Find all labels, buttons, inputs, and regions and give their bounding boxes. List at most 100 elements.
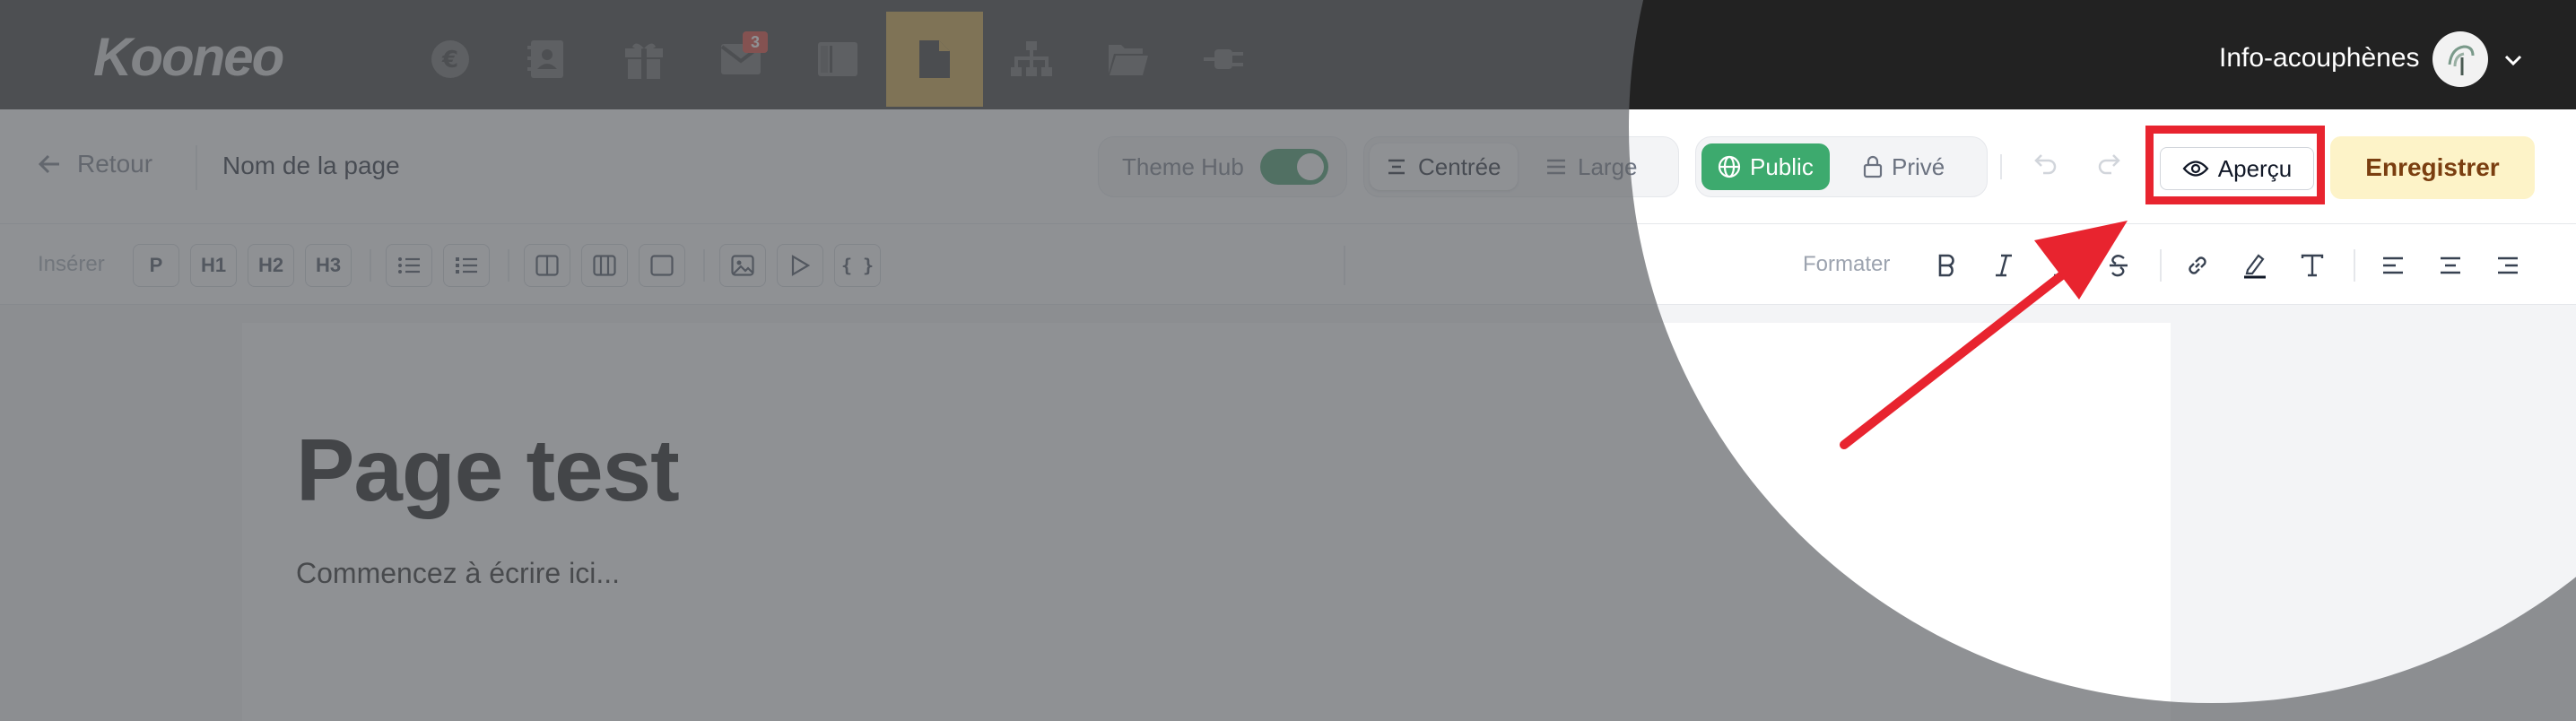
theme-hub-toggle[interactable] xyxy=(1259,149,1328,185)
format-divider xyxy=(370,249,371,282)
save-button[interactable]: Enregistrer xyxy=(2330,136,2535,199)
columns-layout-icon xyxy=(817,41,858,77)
text-type-icon xyxy=(2301,254,2324,277)
width-selector: Centrée Large xyxy=(1363,136,1679,197)
insert-bullet-list-button[interactable] xyxy=(386,244,432,287)
back-button[interactable]: Retour xyxy=(38,150,152,178)
format-toolbar: Insérer P H1 H2 H3 { } Formater xyxy=(0,224,2576,305)
underline-button[interactable] xyxy=(2043,248,2079,283)
format-divider xyxy=(2160,249,2162,282)
width-option-label: Centrée xyxy=(1418,152,1501,180)
insert-paragraph-button[interactable]: P xyxy=(133,244,179,287)
visibility-private[interactable]: Privé xyxy=(1847,143,1961,190)
insert-three-columns-button[interactable] xyxy=(581,244,628,287)
theme-hub-label: Theme Hub xyxy=(1122,152,1244,180)
visibility-label: Privé xyxy=(1892,152,1945,180)
editor-canvas[interactable] xyxy=(242,323,2171,721)
width-option-label: Large xyxy=(1578,152,1638,180)
insert-image-button[interactable] xyxy=(719,244,766,287)
format-divider xyxy=(508,249,509,282)
align-right-icon xyxy=(2496,256,2519,275)
redo-icon[interactable] xyxy=(2095,150,2122,177)
bold-icon xyxy=(1936,254,1956,277)
insert-h2-button[interactable]: H2 xyxy=(248,244,294,287)
contacts-book-icon xyxy=(527,39,567,80)
sitemap-icon xyxy=(1011,40,1052,78)
italic-icon xyxy=(1994,254,2014,277)
strikethrough-button[interactable] xyxy=(2101,248,2137,283)
three-columns-icon xyxy=(593,255,616,276)
link-button[interactable] xyxy=(2180,248,2215,283)
align-center-button[interactable] xyxy=(2432,248,2468,283)
visibility-label: Public xyxy=(1750,152,1814,180)
two-columns-icon xyxy=(535,255,559,276)
format-divider xyxy=(1344,246,1345,285)
nav-layouts[interactable] xyxy=(789,12,886,107)
mail-unread-badge: 3 xyxy=(743,31,768,53)
toggle-knob xyxy=(1296,153,1324,180)
insert-numbered-list-button[interactable] xyxy=(443,244,490,287)
format-divider xyxy=(703,249,705,282)
globe-icon xyxy=(1718,155,1741,178)
code-braces-icon: { } xyxy=(840,255,875,276)
nav-files[interactable] xyxy=(1080,12,1177,107)
align-right-button[interactable] xyxy=(2490,248,2526,283)
highlight-button[interactable] xyxy=(2237,248,2273,283)
nav-integrations[interactable] xyxy=(1177,12,1274,107)
document-body[interactable]: Commencez à écrire ici... xyxy=(296,556,620,590)
bold-button[interactable] xyxy=(1928,248,1964,283)
avatar[interactable] xyxy=(2432,31,2488,87)
nav-sales[interactable]: € xyxy=(402,12,499,107)
back-label: Retour xyxy=(77,150,153,178)
insert-box-button[interactable] xyxy=(639,244,685,287)
width-option-centered[interactable]: Centrée xyxy=(1370,143,1518,190)
highlight-pen-icon xyxy=(2242,252,2267,279)
svg-text:€: € xyxy=(441,47,458,74)
folder-open-icon xyxy=(1107,41,1150,77)
link-icon xyxy=(2185,253,2210,278)
italic-button[interactable] xyxy=(1986,248,2022,283)
euro-icon: € xyxy=(430,39,471,80)
theme-hub-control: Theme Hub xyxy=(1098,136,1347,197)
bullet-list-icon xyxy=(397,256,421,275)
format-label: Formater xyxy=(1803,252,1891,276)
numbered-list-icon xyxy=(455,256,478,275)
video-play-icon xyxy=(790,255,810,276)
align-center-lines-icon xyxy=(1386,157,1407,177)
insert-two-columns-button[interactable] xyxy=(524,244,570,287)
chevron-down-icon[interactable] xyxy=(2502,49,2524,71)
account-name[interactable]: Info-acouphènes xyxy=(2219,43,2420,74)
nav-pages[interactable] xyxy=(886,12,983,107)
document-title[interactable]: Page test xyxy=(296,421,680,518)
nav-contacts[interactable] xyxy=(499,12,596,107)
visibility-selector: Public Privé xyxy=(1695,136,1988,197)
account-logo-icon xyxy=(2441,39,2480,79)
top-navigation-bar: Kooneo € 3 Info-acouphènes xyxy=(0,0,2576,109)
image-icon xyxy=(731,255,754,276)
insert-h3-button[interactable]: H3 xyxy=(305,244,352,287)
format-divider xyxy=(2354,249,2355,282)
undo-icon[interactable] xyxy=(2032,150,2059,177)
toolbar-divider xyxy=(2000,154,2002,179)
strikethrough-icon xyxy=(2108,254,2129,277)
page-name-field[interactable]: Nom de la page xyxy=(222,152,400,180)
preview-highlight-box xyxy=(2145,126,2325,204)
box-icon xyxy=(650,255,674,276)
insert-label: Insérer xyxy=(38,252,105,276)
visibility-public[interactable]: Public xyxy=(1701,143,1830,190)
nav-products[interactable] xyxy=(596,12,692,107)
nav-mail[interactable]: 3 xyxy=(692,12,789,107)
nav-sitemap[interactable] xyxy=(983,12,1080,107)
insert-video-button[interactable] xyxy=(777,244,823,287)
gift-box-icon xyxy=(623,39,665,79)
plug-icon xyxy=(1204,46,1247,73)
align-center-icon xyxy=(2439,256,2462,275)
insert-code-button[interactable]: { } xyxy=(834,244,881,287)
kooneo-logo[interactable]: Kooneo xyxy=(93,27,284,88)
width-option-wide[interactable]: Large xyxy=(1529,143,1654,190)
insert-h1-button[interactable]: H1 xyxy=(190,244,237,287)
text-type-button[interactable] xyxy=(2294,248,2330,283)
toolbar-divider xyxy=(196,145,197,190)
align-left-button[interactable] xyxy=(2375,248,2411,283)
underline-icon xyxy=(2051,254,2071,277)
